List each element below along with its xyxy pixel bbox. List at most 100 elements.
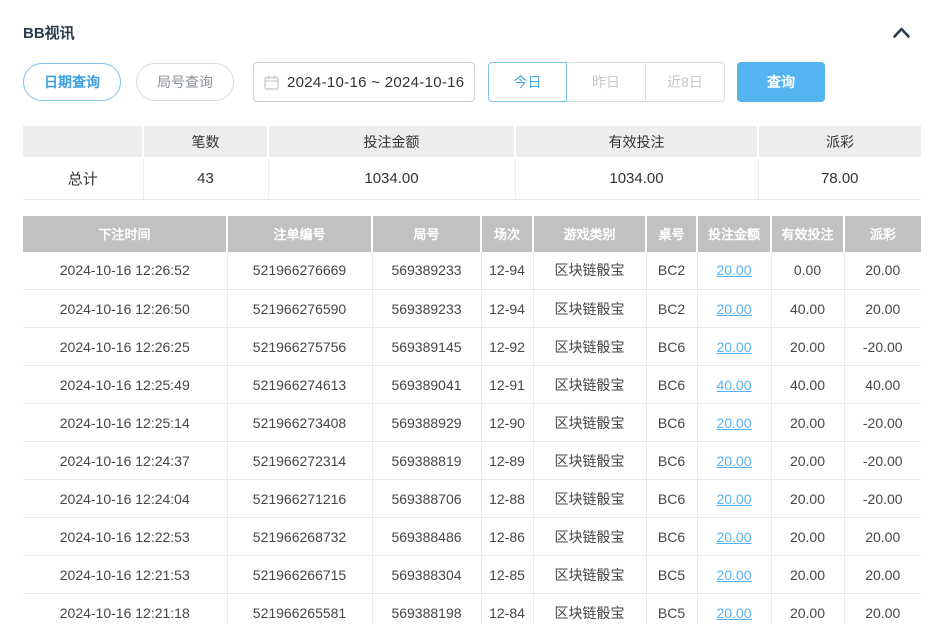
cell-table-no: BC2 [646, 252, 697, 290]
cell-bet-time: 2024-10-16 12:25:49 [23, 366, 227, 404]
today-button[interactable]: 今日 [488, 62, 567, 102]
table-row: 2024-10-16 12:25:14521966273408569388929… [23, 404, 921, 442]
records-table: 下注时间注单编号局号场次游戏类别桌号投注金额有效投注派彩 2024-10-16 … [23, 216, 921, 624]
bb-video-panel: BB视讯 日期查询 局号查询 2024-10-16 ~ 2024-10-16 今… [0, 0, 947, 624]
summary-total-payout: 78.00 [758, 158, 921, 199]
summary-table: 笔数 投注金额 有效投注 派彩 总计 43 1034.00 1034.00 78… [23, 126, 921, 200]
column-header-bet-amount: 投注金额 [697, 216, 771, 252]
cell-order-no: 521966271216 [227, 480, 372, 518]
cell-bet-time: 2024-10-16 12:22:53 [23, 518, 227, 556]
collapse-chevron-up-icon[interactable] [892, 26, 921, 39]
cell-table-no: BC5 [646, 594, 697, 624]
summary-col-count: 笔数 [143, 126, 268, 158]
bet-amount-link[interactable]: 20.00 [716, 415, 751, 431]
cell-payout: -20.00 [844, 404, 921, 442]
cell-bet-amount: 20.00 [697, 442, 771, 480]
cell-round-no: 569388198 [372, 594, 481, 624]
table-row: 2024-10-16 12:25:49521966274613569389041… [23, 366, 921, 404]
table-row: 2024-10-16 12:26:25521966275756569389145… [23, 328, 921, 366]
bet-amount-link[interactable]: 40.00 [716, 377, 751, 393]
panel-header: BB视讯 [23, 22, 921, 42]
date-query-button[interactable]: 日期查询 [23, 63, 121, 101]
cell-bet-amount: 20.00 [697, 328, 771, 366]
round-query-button[interactable]: 局号查询 [136, 63, 234, 101]
cell-session: 12-88 [481, 480, 533, 518]
cell-session: 12-94 [481, 252, 533, 290]
date-range-input[interactable]: 2024-10-16 ~ 2024-10-16 [253, 62, 475, 102]
cell-game-type: 区块链骰宝 [533, 328, 646, 366]
column-header-round-no: 局号 [372, 216, 481, 252]
bet-amount-link[interactable]: 20.00 [716, 567, 751, 583]
cell-order-no: 521966274613 [227, 366, 372, 404]
summary-total-label: 总计 [23, 158, 143, 199]
cell-session: 12-90 [481, 404, 533, 442]
cell-round-no: 569389233 [372, 290, 481, 328]
summary-col-valid-bet: 有效投注 [515, 126, 758, 158]
cell-game-type: 区块链骰宝 [533, 518, 646, 556]
bet-amount-link[interactable]: 20.00 [716, 262, 751, 278]
cell-table-no: BC6 [646, 480, 697, 518]
yesterday-button[interactable]: 昨日 [567, 62, 646, 102]
cell-bet-amount: 40.00 [697, 366, 771, 404]
cell-valid-bet: 40.00 [771, 366, 844, 404]
cell-table-no: BC6 [646, 442, 697, 480]
cell-payout: -20.00 [844, 328, 921, 366]
cell-game-type: 区块链骰宝 [533, 404, 646, 442]
cell-bet-time: 2024-10-16 12:26:50 [23, 290, 227, 328]
column-header-session: 场次 [481, 216, 533, 252]
cell-round-no: 569388706 [372, 480, 481, 518]
last-8-days-button[interactable]: 近8日 [646, 62, 725, 102]
table-row: 2024-10-16 12:21:53521966266715569388304… [23, 556, 921, 594]
bet-amount-link[interactable]: 20.00 [716, 529, 751, 545]
cell-table-no: BC6 [646, 328, 697, 366]
cell-table-no: BC6 [646, 518, 697, 556]
filter-toolbar: 日期查询 局号查询 2024-10-16 ~ 2024-10-16 今日 昨日 … [23, 62, 921, 102]
cell-game-type: 区块链骰宝 [533, 480, 646, 518]
bet-amount-link[interactable]: 20.00 [716, 339, 751, 355]
cell-round-no: 569389145 [372, 328, 481, 366]
bet-amount-link[interactable]: 20.00 [716, 453, 751, 469]
cell-order-no: 521966268732 [227, 518, 372, 556]
cell-valid-bet: 20.00 [771, 328, 844, 366]
cell-table-no: BC2 [646, 290, 697, 328]
table-row: 2024-10-16 12:26:50521966276590569389233… [23, 290, 921, 328]
summary-total-row: 总计 43 1034.00 1034.00 78.00 [23, 158, 921, 199]
summary-total-bet-amount: 1034.00 [268, 158, 515, 199]
cell-valid-bet: 20.00 [771, 442, 844, 480]
cell-valid-bet: 20.00 [771, 480, 844, 518]
column-header-valid-bet: 有效投注 [771, 216, 844, 252]
cell-session: 12-91 [481, 366, 533, 404]
cell-valid-bet: 20.00 [771, 404, 844, 442]
cell-game-type: 区块链骰宝 [533, 556, 646, 594]
table-row: 2024-10-16 12:21:18521966265581569388198… [23, 594, 921, 624]
cell-payout: 20.00 [844, 556, 921, 594]
quick-range-group: 今日 昨日 近8日 [488, 62, 725, 102]
cell-payout: 40.00 [844, 366, 921, 404]
column-header-order-no: 注单编号 [227, 216, 372, 252]
cell-session: 12-85 [481, 556, 533, 594]
cell-bet-amount: 20.00 [697, 518, 771, 556]
cell-session: 12-84 [481, 594, 533, 624]
bet-amount-link[interactable]: 20.00 [716, 301, 751, 317]
cell-payout: 20.00 [844, 594, 921, 624]
cell-round-no: 569388929 [372, 404, 481, 442]
column-header-bet-time: 下注时间 [23, 216, 227, 252]
cell-bet-time: 2024-10-16 12:21:53 [23, 556, 227, 594]
records-header-row: 下注时间注单编号局号场次游戏类别桌号投注金额有效投注派彩 [23, 216, 921, 252]
summary-header-row: 笔数 投注金额 有效投注 派彩 [23, 126, 921, 158]
table-row: 2024-10-16 12:22:53521966268732569388486… [23, 518, 921, 556]
summary-total-count: 43 [143, 158, 268, 199]
cell-payout: -20.00 [844, 442, 921, 480]
records-body: 2024-10-16 12:26:52521966276669569389233… [23, 252, 921, 624]
search-button[interactable]: 查询 [737, 62, 825, 102]
summary-col-bet-amount: 投注金额 [268, 126, 515, 158]
bet-amount-link[interactable]: 20.00 [716, 605, 751, 621]
date-range-value: 2024-10-16 ~ 2024-10-16 [287, 74, 464, 91]
calendar-icon [264, 75, 279, 90]
cell-game-type: 区块链骰宝 [533, 442, 646, 480]
table-row: 2024-10-16 12:24:37521966272314569388819… [23, 442, 921, 480]
column-header-table-no: 桌号 [646, 216, 697, 252]
bet-amount-link[interactable]: 20.00 [716, 491, 751, 507]
cell-game-type: 区块链骰宝 [533, 252, 646, 290]
cell-order-no: 521966272314 [227, 442, 372, 480]
